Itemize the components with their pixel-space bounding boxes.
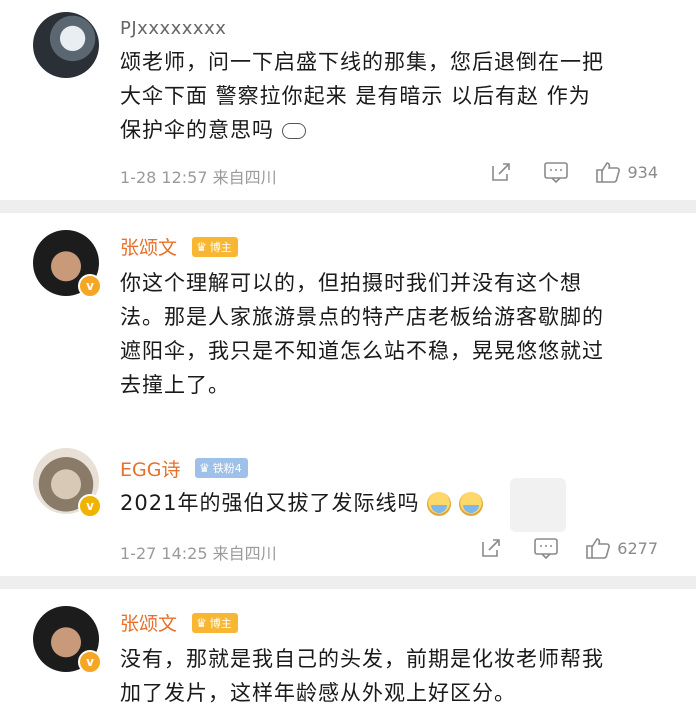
location: 来自四川 <box>212 544 277 563</box>
crown-icon: ♛ <box>199 461 210 475</box>
timestamp: 1-27 14:25 <box>120 544 208 563</box>
like-icon <box>596 162 621 183</box>
crying-emoji-icon <box>427 492 452 516</box>
comment-button[interactable] <box>533 536 559 560</box>
comment-line: 大伞下面 警察拉你起来 是有暗示 以后有赵 作为 <box>120 84 591 108</box>
verified-badge-icon: v <box>78 494 102 518</box>
comment-line: 2021年的强伯又拔了发际线吗 <box>120 491 420 515</box>
comment-line: 加了发片，这样年龄感从外观上好区分。 <box>120 681 516 705</box>
comment-line: 法。那是人家旅游景点的特产店老板给游客歇脚的 <box>120 305 604 329</box>
divider <box>0 576 696 589</box>
username[interactable]: EGG诗 <box>120 455 180 482</box>
comment-line: 遮阳伞，我只是不知道怎么站不稳，晃晃悠悠就过 <box>120 339 604 363</box>
comment-icon <box>534 538 559 560</box>
blogger-tag: ♛ 博主 <box>192 237 238 257</box>
share-button[interactable] <box>479 536 503 560</box>
timestamp: 1-28 12:57 <box>120 168 208 187</box>
comment-actions: 6277 <box>479 536 658 560</box>
verified-badge-icon: v <box>78 650 102 674</box>
username[interactable]: PJxxxxxxxx <box>120 18 226 39</box>
sticker-image <box>510 478 566 532</box>
comment-meta: 1-28 12:57 来自四川 <box>120 164 277 188</box>
comment-line: 去撞上了。 <box>120 373 230 397</box>
username[interactable]: 张颂文 <box>120 233 177 260</box>
tag-label: 博主 <box>209 241 232 254</box>
comment-line: 保护伞的意思吗 <box>120 118 274 142</box>
crying-emoji-icon <box>458 492 483 516</box>
verified-badge-icon: v <box>78 274 102 298</box>
share-icon <box>482 539 501 557</box>
like-icon <box>586 538 611 559</box>
crown-icon: ♛ <box>196 616 207 630</box>
comment-line: 你这个理解可以的，但拍摄时我们并没有这个想 <box>120 271 582 295</box>
comment-text: 没有，那就是我自己的头发，前期是化妆老师帮我 加了发片，这样年龄感从外观上好区分… <box>120 642 660 710</box>
location: 来自四川 <box>212 168 277 187</box>
crown-icon: ♛ <box>196 240 207 254</box>
share-button[interactable] <box>489 160 513 184</box>
comment-button[interactable] <box>543 160 569 184</box>
glasses-emoji-icon <box>281 123 306 139</box>
tag-label: 博主 <box>209 617 232 630</box>
like-count: 934 <box>627 162 658 182</box>
comment-meta: 1-27 14:25 来自四川 <box>120 540 277 564</box>
divider <box>0 200 696 213</box>
fan-tag: ♛ 铁粉4 <box>195 458 248 478</box>
comment-actions: 934 <box>489 160 658 184</box>
like-button[interactable]: 934 <box>595 160 658 184</box>
comment-text: 你这个理解可以的，但拍摄时我们并没有这个想 法。那是人家旅游景点的特产店老板给游… <box>120 266 660 402</box>
blogger-tag: ♛ 博主 <box>192 613 238 633</box>
comment-line: 颂老师，问一下启盛下线的那集，您后退倒在一把 <box>120 50 604 74</box>
comment-icon <box>544 162 569 184</box>
comment-line: 没有，那就是我自己的头发，前期是化妆老师帮我 <box>120 647 604 671</box>
comment-text: 颂老师，问一下启盛下线的那集，您后退倒在一把 大伞下面 警察拉你起来 是有暗示 … <box>120 45 660 147</box>
like-count: 6277 <box>617 538 658 558</box>
comment-text: 2021年的强伯又拔了发际线吗 <box>120 486 660 520</box>
share-icon <box>492 163 511 181</box>
username[interactable]: 张颂文 <box>120 609 177 636</box>
like-button[interactable]: 6277 <box>585 536 658 560</box>
avatar[interactable] <box>33 12 99 78</box>
tag-label: 铁粉4 <box>212 462 242 475</box>
